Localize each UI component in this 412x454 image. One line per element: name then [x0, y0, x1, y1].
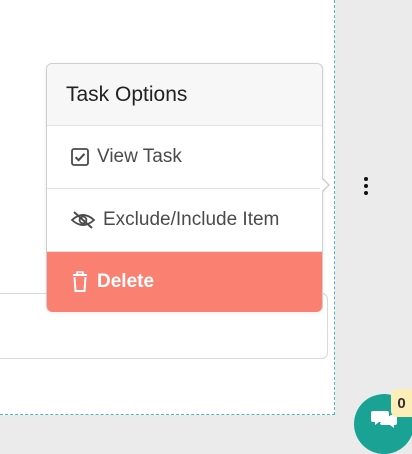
popover-arrow-inner	[320, 177, 328, 193]
kebab-dot	[364, 177, 368, 181]
chat-count-badge: 0	[391, 389, 412, 417]
view-task-menu-item[interactable]: View Task	[47, 126, 322, 189]
exclude-include-menu-item[interactable]: Exclude/Include Item	[47, 189, 322, 252]
view-task-label: View Task	[97, 146, 182, 167]
kebab-dot	[364, 191, 368, 195]
exclude-include-label: Exclude/Include Item	[103, 209, 280, 230]
trash-icon	[69, 271, 91, 293]
popover-title: Task Options	[47, 64, 322, 126]
task-options-popover: Task Options View Task Exclude/Include I…	[46, 63, 323, 312]
delete-menu-item[interactable]: Delete	[47, 252, 322, 312]
check-square-icon	[69, 146, 91, 168]
more-options-button[interactable]	[356, 172, 376, 200]
eye-slash-icon	[69, 209, 97, 231]
kebab-dot	[364, 184, 368, 188]
delete-label: Delete	[97, 271, 155, 292]
